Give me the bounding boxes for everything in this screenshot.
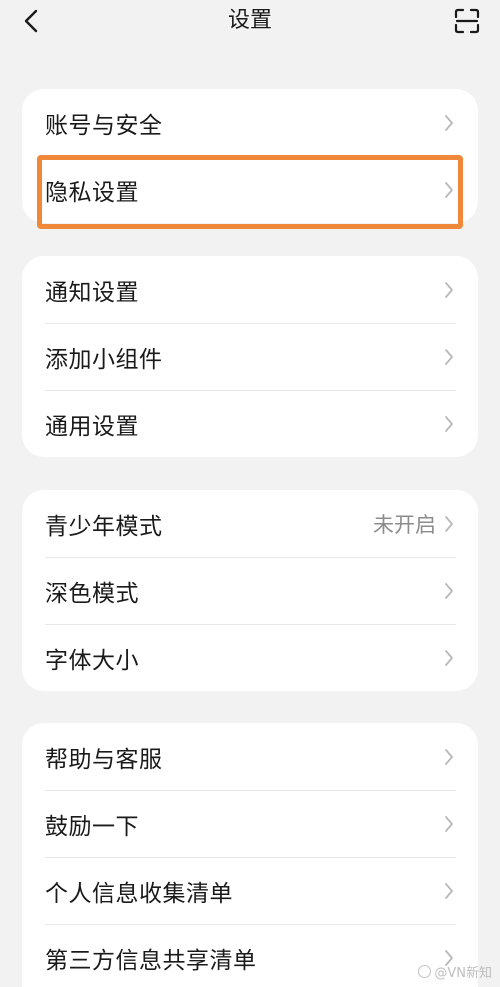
row-help-support[interactable]: 帮助与客服 — [22, 723, 478, 790]
row-personal-info-list[interactable]: 个人信息收集清单 — [22, 857, 478, 924]
row-label: 深色模式 — [45, 580, 139, 607]
row-font-size[interactable]: 字体大小 — [22, 624, 478, 691]
row-label: 帮助与客服 — [45, 746, 163, 773]
settings-group-general: 通知设置 添加小组件 通用设置 — [22, 256, 478, 457]
chevron-right-icon — [444, 648, 456, 668]
settings-group-account: 账号与安全 隐私设置 — [22, 89, 478, 223]
row-notification-settings[interactable]: 通知设置 — [22, 256, 478, 323]
row-general-settings[interactable]: 通用设置 — [22, 390, 478, 457]
scan-button[interactable] — [452, 6, 482, 36]
watermark-text: @VN新知 — [434, 966, 492, 981]
row-add-widget[interactable]: 添加小组件 — [22, 323, 478, 390]
watermark: @VN新知 — [418, 962, 492, 981]
row-third-party-sharing-list[interactable]: 第三方信息共享清单 — [22, 924, 478, 987]
row-dark-mode[interactable]: 深色模式 — [22, 557, 478, 624]
chevron-right-icon — [444, 113, 456, 133]
row-label: 个人信息收集清单 — [45, 880, 233, 907]
settings-page: 设置 账号与安全 隐私设置 通知设置 添加小组件 通用设置 青少年模式 未开启 … — [0, 0, 500, 987]
row-label: 账号与安全 — [45, 112, 163, 139]
settings-group-display: 青少年模式 未开启 深色模式 字体大小 — [22, 490, 478, 691]
scan-icon — [454, 8, 480, 34]
row-label: 鼓励一下 — [45, 813, 139, 840]
watermark-logo-icon — [418, 965, 432, 978]
row-label: 隐私设置 — [45, 179, 139, 206]
chevron-right-icon — [444, 747, 456, 767]
chevron-right-icon — [444, 581, 456, 601]
teen-mode-status: 未开启 — [373, 512, 436, 537]
chevron-right-icon — [444, 180, 456, 200]
row-label: 通用设置 — [45, 413, 139, 440]
chevron-right-icon — [444, 280, 456, 300]
row-label: 添加小组件 — [45, 346, 163, 373]
page-title: 设置 — [227, 8, 272, 33]
row-label: 青少年模式 — [45, 513, 163, 540]
chevron-right-icon — [444, 514, 456, 534]
settings-group-support: 帮助与客服 鼓励一下 个人信息收集清单 第三方信息共享清单 — [22, 723, 478, 987]
header: 设置 — [0, 0, 500, 44]
chevron-right-icon — [444, 814, 456, 834]
row-account-security[interactable]: 账号与安全 — [22, 89, 478, 156]
chevron-right-icon — [444, 881, 456, 901]
row-encourage[interactable]: 鼓励一下 — [22, 790, 478, 857]
row-label: 通知设置 — [45, 279, 139, 306]
chevron-right-icon — [444, 347, 456, 367]
row-teen-mode[interactable]: 青少年模式 未开启 — [22, 490, 478, 557]
row-label: 第三方信息共享清单 — [45, 947, 257, 974]
chevron-right-icon — [444, 414, 456, 434]
row-privacy-settings[interactable]: 隐私设置 — [22, 156, 478, 223]
row-label: 字体大小 — [45, 647, 139, 674]
